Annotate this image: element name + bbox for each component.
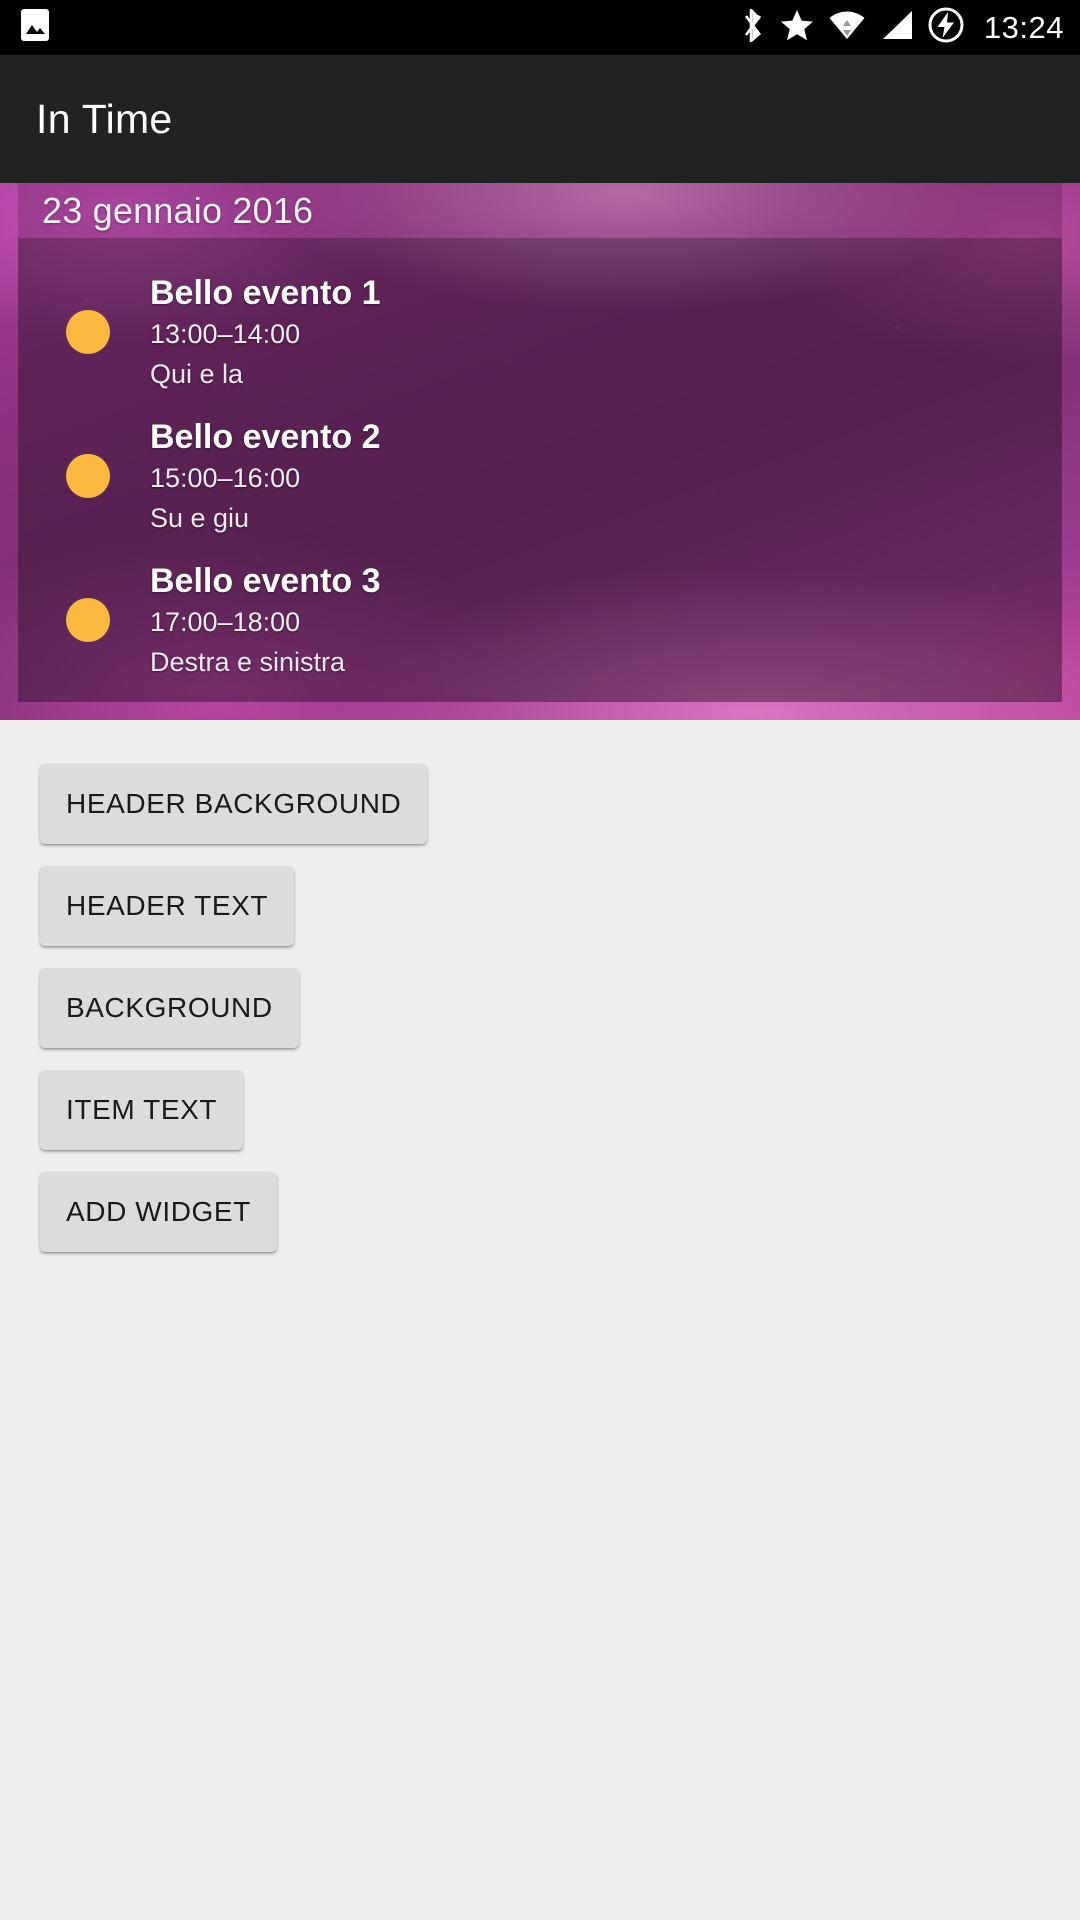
status-bar-left-icons	[20, 8, 50, 47]
page-title: In Time	[36, 95, 173, 142]
widget-preview[interactable]: 23 gennaio 2016 Bello evento 1 13:00–14:…	[0, 183, 1080, 720]
widget-header-date: 23 gennaio 2016	[42, 189, 314, 231]
event-place: Su e giu	[150, 502, 250, 533]
event-place: Qui e la	[150, 358, 244, 389]
widget-event-list: Bello evento 1 13:00–14:00 Qui e la Bell…	[18, 238, 1062, 702]
event-title: Bello evento 3	[150, 561, 381, 600]
event-details: Bello evento 1 13:00–14:00 Qui e la	[150, 272, 381, 392]
item-text-button[interactable]: ITEM TEXT	[40, 1070, 244, 1150]
cellular-signal-icon	[880, 9, 914, 46]
header-background-button[interactable]: HEADER BACKGROUND	[40, 764, 428, 844]
list-item[interactable]: Bello evento 2 15:00–16:00 Su e giu	[18, 404, 1062, 548]
status-bar: 13:24	[0, 0, 1080, 55]
list-item[interactable]: Bello evento 1 13:00–14:00 Qui e la	[18, 260, 1062, 404]
add-widget-button[interactable]: ADD WIDGET	[40, 1172, 277, 1252]
status-bar-right-icons: 13:24	[744, 7, 1064, 48]
event-details: Bello evento 3 17:00–18:00 Destra e sini…	[150, 560, 381, 680]
event-time: 15:00–16:00	[150, 463, 301, 494]
wifi-icon	[828, 9, 866, 46]
star-icon	[780, 8, 814, 47]
gallery-image-icon	[20, 8, 50, 47]
header-text-button[interactable]: HEADER TEXT	[40, 866, 295, 946]
status-bar-clock: 13:24	[983, 10, 1064, 45]
widget-header: 23 gennaio 2016	[18, 183, 1062, 238]
event-title: Bello evento 2	[150, 417, 381, 456]
event-place: Destra e sinistra	[150, 646, 346, 677]
event-time: 17:00–18:00	[150, 607, 301, 638]
event-details: Bello evento 2 15:00–16:00 Su e giu	[150, 416, 381, 536]
list-item[interactable]: Bello evento 3 17:00–18:00 Destra e sini…	[18, 548, 1062, 692]
background-button[interactable]: BACKGROUND	[40, 968, 299, 1048]
event-color-dot	[66, 454, 110, 498]
app-bar: In Time	[0, 55, 1080, 183]
event-time: 13:00–14:00	[150, 319, 301, 350]
bluetooth-icon	[744, 8, 766, 47]
event-color-dot	[66, 598, 110, 642]
battery-charging-icon	[928, 7, 964, 48]
settings-button-list: HEADER BACKGROUND HEADER TEXT BACKGROUND…	[0, 720, 1080, 1252]
calendar-widget[interactable]: 23 gennaio 2016 Bello evento 1 13:00–14:…	[18, 183, 1062, 702]
event-title: Bello evento 1	[150, 273, 381, 312]
event-color-dot	[66, 310, 110, 354]
